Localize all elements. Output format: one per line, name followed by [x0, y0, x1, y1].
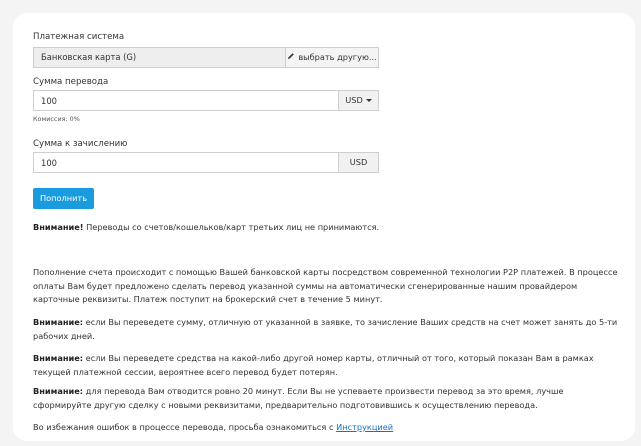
amount-currency-label: USD [345, 95, 363, 105]
instructions-text: Во избежания ошибок в процессе перевода,… [33, 422, 337, 432]
warning-bold: Внимание! [33, 222, 84, 232]
note3-text: для перевода Вам отводится ровно 20 мину… [33, 386, 564, 410]
note2-text: если Вы переведете средства на какой-либ… [33, 353, 594, 377]
credit-label: Сумма к зачислению [33, 139, 128, 149]
caret-down-icon [365, 99, 372, 102]
payment-system-field: Банковская карта (G) [33, 47, 286, 68]
payment-system-label: Платежная система [33, 32, 125, 42]
amount-label: Сумма перевода [33, 77, 109, 87]
note2-bold: Внимание: [33, 353, 84, 363]
credit-currency-addon: USD [338, 152, 379, 173]
instructions-line: Во избежания ошибок в процессе перевода,… [33, 421, 623, 435]
instructions-link[interactable]: Инструкцией [336, 422, 393, 432]
note1-bold: Внимание: [33, 317, 84, 327]
payment-form-card: Платежная система Банковская карта (G) в… [13, 13, 635, 441]
note3-bold: Внимание: [33, 386, 84, 396]
credit-currency-label: USD [349, 157, 368, 167]
p2p-info-text: Пополнение счета происходит с помощью Ва… [33, 267, 618, 305]
commission-text: Комиссия: 0% [33, 115, 80, 123]
amount-input[interactable] [33, 90, 339, 111]
credit-input[interactable] [33, 152, 339, 173]
submit-button[interactable]: Пополнить [33, 188, 94, 209]
warning-text: Переводы со счетов/кошельков/карт третьи… [83, 222, 380, 232]
note1-text: если Вы переведете сумму, отличную от ук… [33, 317, 618, 341]
choose-other-label: выбрать другую... [298, 52, 377, 62]
third-party-warning: Внимание! Переводы со счетов/кошельков/к… [33, 221, 623, 235]
wrong-card-notice: Внимание: если Вы переведете средства на… [33, 352, 623, 379]
amount-currency-dropdown[interactable]: USD [338, 90, 379, 111]
amount-mismatch-notice: Внимание: если Вы переведете сумму, отли… [33, 316, 623, 343]
choose-other-button[interactable]: выбрать другую... [285, 47, 379, 68]
time-limit-notice: Внимание: для перевода Вам отводится ров… [33, 385, 623, 412]
pencil-icon [287, 48, 295, 67]
